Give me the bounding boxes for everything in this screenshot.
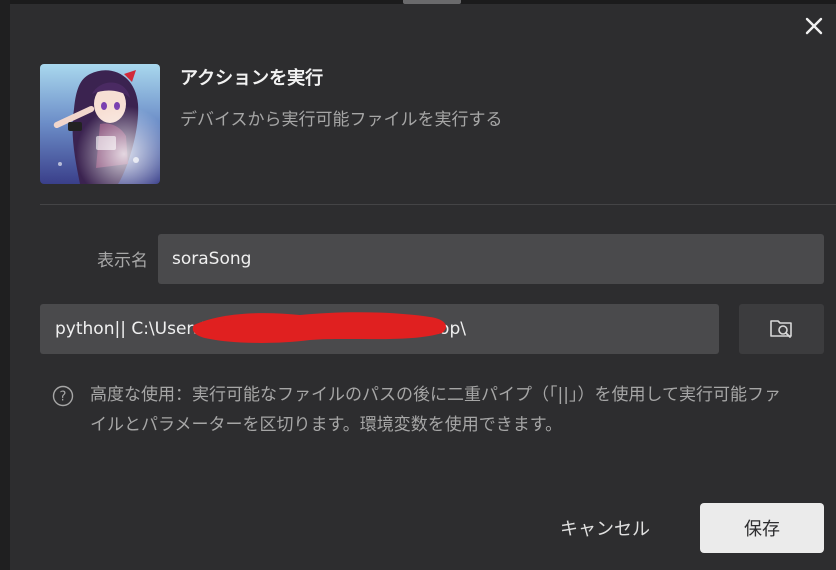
dialog-subtitle: デバイスから実行可能ファイルを実行する <box>180 110 503 130</box>
divider <box>40 204 836 205</box>
drag-handle[interactable] <box>403 0 461 4</box>
close-icon <box>805 17 823 35</box>
action-thumbnail <box>40 64 160 184</box>
anime-artwork-image <box>40 64 160 184</box>
cancel-button[interactable]: キャンセル <box>545 503 665 553</box>
save-button[interactable]: 保存 <box>700 503 824 553</box>
display-name-input[interactable] <box>158 234 824 284</box>
svg-text:?: ? <box>60 390 67 405</box>
dialog-title: アクションを実行 <box>180 68 324 89</box>
close-button[interactable] <box>799 11 829 41</box>
question-circle-icon: ? <box>52 385 74 407</box>
display-name-label: 表示名 <box>97 251 148 271</box>
folder-search-icon <box>770 320 792 338</box>
window-edge <box>0 0 10 570</box>
browse-file-button[interactable] <box>739 304 824 354</box>
redaction-mark <box>192 312 446 343</box>
help-text: 高度な使用：実行可能なファイルのパスの後に二重パイプ（「||」）を使用して実行可… <box>90 385 781 435</box>
